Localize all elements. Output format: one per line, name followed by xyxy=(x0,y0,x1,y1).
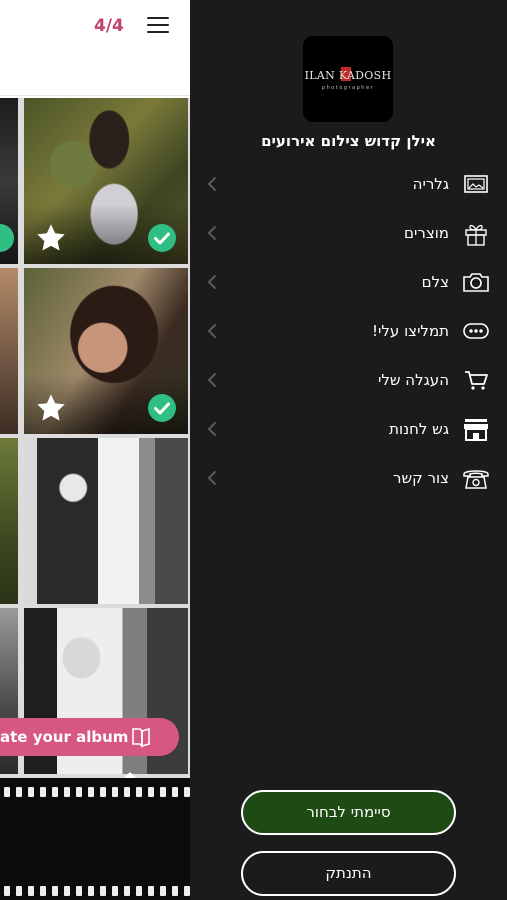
chevron-left-icon xyxy=(207,373,216,387)
store-icon xyxy=(464,419,488,441)
menu-item-label: גש לחנות xyxy=(389,420,449,438)
photo-grid xyxy=(0,98,190,778)
gallery-icon xyxy=(464,175,488,193)
menu-item-label: העגלה שלי xyxy=(378,371,449,389)
create-album-button[interactable]: ate your album xyxy=(0,718,179,756)
menu-item-my-cart[interactable]: העגלה שלי xyxy=(190,361,507,401)
brand-logo: ILAN KADOSH photographer xyxy=(303,36,393,122)
photo-thumbnail[interactable] xyxy=(24,438,188,604)
photo-thumbnail[interactable] xyxy=(24,98,188,264)
chevron-left-icon xyxy=(207,275,216,289)
menu-item-label: גלריה xyxy=(412,175,449,193)
menu-item-label: תמליצו עלי! xyxy=(372,322,449,340)
logo-text: ILAN KADOSH xyxy=(304,69,392,82)
star-icon[interactable] xyxy=(35,222,67,254)
chevron-left-icon xyxy=(207,422,216,436)
app-screen: 4/4 ate your album ILAN KADOSH photograp… xyxy=(0,0,507,900)
business-name: אילן קדוש צילום אירועים xyxy=(261,132,436,150)
chevron-left-icon xyxy=(207,471,216,485)
chevron-left-icon xyxy=(207,177,216,191)
menu-item-products[interactable]: מוצרים xyxy=(190,214,507,254)
phone-icon xyxy=(463,470,489,489)
star-icon[interactable] xyxy=(35,392,67,424)
menu-item-gallery[interactable]: גלריה xyxy=(190,165,507,205)
photo-thumbnail[interactable] xyxy=(0,98,18,264)
logout-button[interactable]: התנתק xyxy=(241,851,456,896)
filmstrip xyxy=(0,778,190,900)
photo-thumbnail[interactable] xyxy=(0,438,18,604)
selected-check-icon[interactable] xyxy=(148,224,176,252)
menu-item-recommend[interactable]: תמליצו עלי! xyxy=(190,312,507,352)
chevron-left-icon xyxy=(207,226,216,240)
menu-item-contact[interactable]: צור קשר xyxy=(190,459,507,499)
chat-bubble-icon xyxy=(463,323,489,339)
selected-check-icon[interactable] xyxy=(148,394,176,422)
menu-icon[interactable] xyxy=(147,16,169,34)
create-album-label: ate your album xyxy=(0,728,129,746)
gallery-screen[interactable]: 4/4 ate your album xyxy=(0,0,190,900)
menu-item-label: צור קשר xyxy=(393,469,449,487)
gallery-header: 4/4 xyxy=(0,0,190,96)
done-selecting-button[interactable]: סיימתי לבחור xyxy=(241,790,456,835)
book-icon xyxy=(132,727,150,748)
menu-item-photographer[interactable]: צלם xyxy=(190,263,507,303)
logo-subtext: photographer xyxy=(321,85,375,91)
menu-item-label: מוצרים xyxy=(404,224,449,242)
gift-icon xyxy=(465,224,487,246)
selected-check-icon xyxy=(0,224,14,252)
photo-thumbnail[interactable] xyxy=(0,268,18,434)
menu-item-label: צלם xyxy=(421,273,449,291)
chevron-left-icon xyxy=(207,324,216,338)
cart-icon xyxy=(465,371,488,390)
side-drawer: ILAN KADOSH photographer אילן קדוש צילום… xyxy=(190,0,507,900)
selection-counter: 4/4 xyxy=(94,16,124,36)
photo-thumbnail[interactable] xyxy=(24,268,188,434)
camera-icon xyxy=(463,273,489,292)
menu-item-store[interactable]: גש לחנות xyxy=(190,410,507,450)
